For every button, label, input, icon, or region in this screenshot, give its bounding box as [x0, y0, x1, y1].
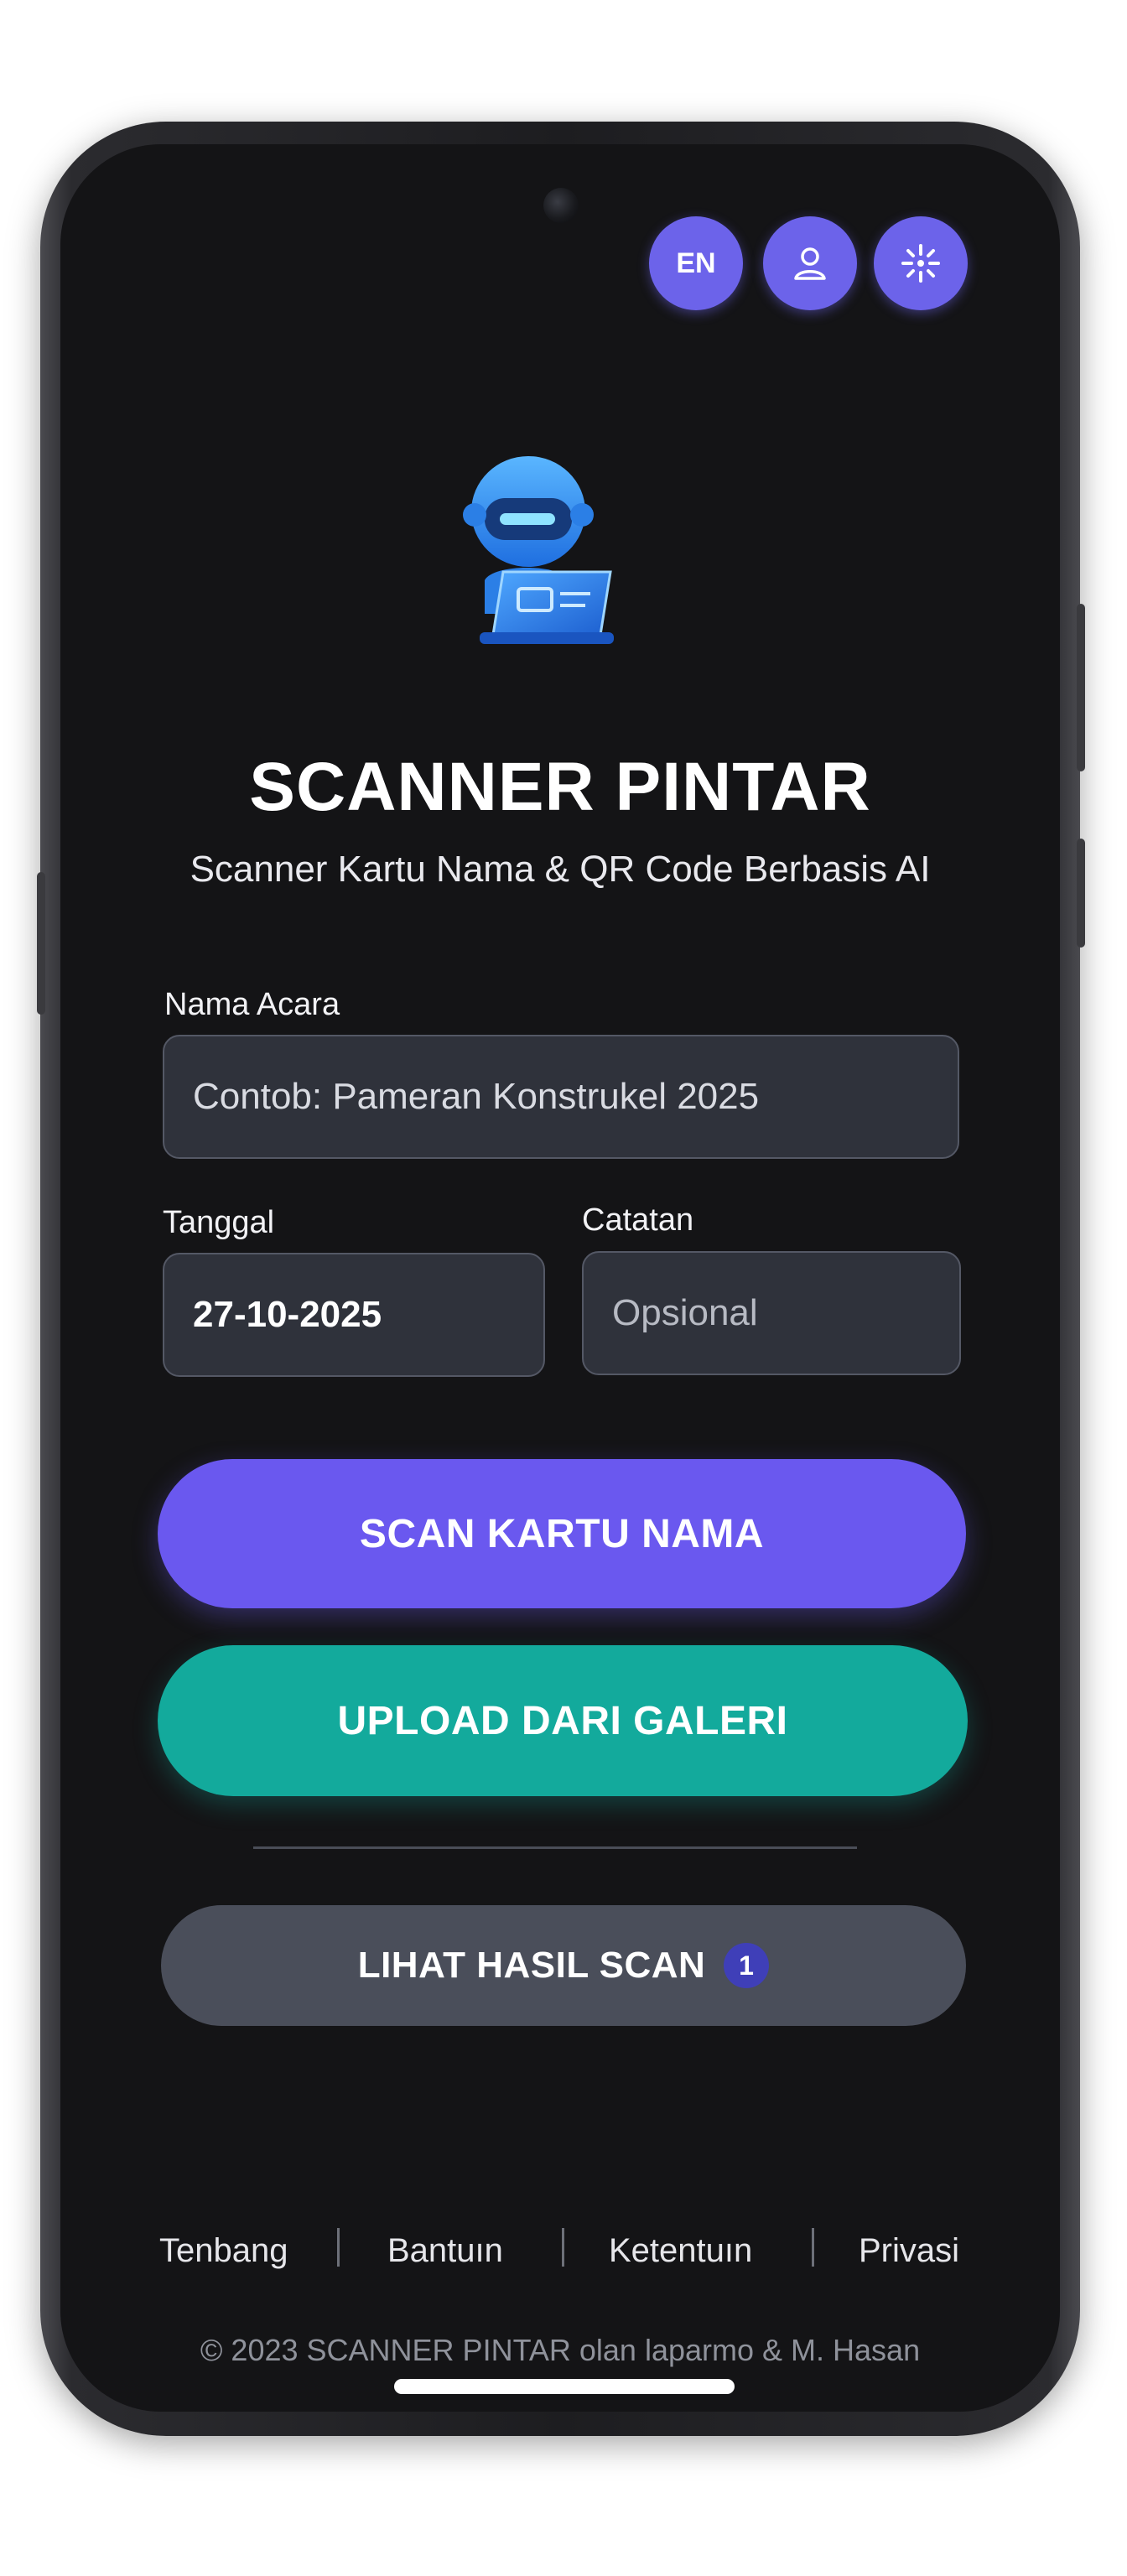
footer-separator	[812, 2228, 814, 2267]
profile-button[interactable]	[763, 216, 857, 310]
event-name-label: Nama Acara	[164, 987, 340, 1022]
app-subtitle: Scanner Kartu Nama & QR Code Berbasis AI	[190, 849, 931, 890]
date-label: Tanggal	[163, 1205, 275, 1240]
event-name-input[interactable]: Contob: Pameran Konstrukel 2025	[163, 1035, 959, 1159]
footer-link-privacy[interactable]: Privasi	[859, 2232, 959, 2270]
view-results-label: LIHAT HASIL SCAN	[357, 1945, 706, 1986]
footer-separator	[337, 2228, 340, 2267]
person-icon	[794, 247, 826, 280]
event-name-placeholder: Contob: Pameran Konstrukel 2025	[193, 1076, 760, 1117]
note-input[interactable]: Opsional	[582, 1251, 961, 1375]
robot-scanner-icon	[463, 456, 614, 644]
footer-link-terms[interactable]: Ketentuın	[609, 2232, 752, 2270]
copyright-text: © 2023 SCANNER PINTAR olan laparmo & M. …	[200, 2333, 921, 2367]
sparkle-icon	[901, 244, 940, 283]
note-placeholder: Opsional	[612, 1292, 758, 1333]
footer-link-about[interactable]: Tenbang	[159, 2232, 288, 2270]
divider	[253, 1846, 857, 1849]
upload-gallery-button[interactable]: UPLOAD DARI GALERI	[158, 1645, 968, 1796]
side-button-left	[37, 872, 45, 1015]
results-count-badge: 1	[724, 1943, 770, 1988]
settings-button[interactable]	[874, 216, 968, 310]
upload-gallery-label: UPLOAD DARI GALERI	[337, 1698, 788, 1743]
app-screen: EN SCANNER PINTAR Scanner Kartu Nama & Q…	[60, 144, 1060, 2412]
scan-card-button[interactable]: SCAN KARTU NAMA	[158, 1459, 966, 1608]
date-input[interactable]: 27-10-2025	[163, 1253, 545, 1377]
footer-link-help[interactable]: Bantuın	[387, 2232, 503, 2270]
footer-separator	[562, 2228, 564, 2267]
language-label: EN	[676, 247, 716, 279]
language-button[interactable]: EN	[649, 216, 743, 310]
scan-card-label: SCAN KARTU NAMA	[359, 1511, 765, 1556]
app-title: SCANNER PINTAR	[249, 749, 871, 825]
home-indicator[interactable]	[394, 2379, 735, 2394]
power-button	[1077, 604, 1085, 771]
front-camera	[543, 188, 579, 223]
volume-button	[1077, 839, 1085, 948]
view-results-button[interactable]: LIHAT HASIL SCAN 1	[161, 1905, 966, 2026]
date-value: 27-10-2025	[193, 1294, 382, 1335]
note-label: Catatan	[582, 1202, 694, 1238]
